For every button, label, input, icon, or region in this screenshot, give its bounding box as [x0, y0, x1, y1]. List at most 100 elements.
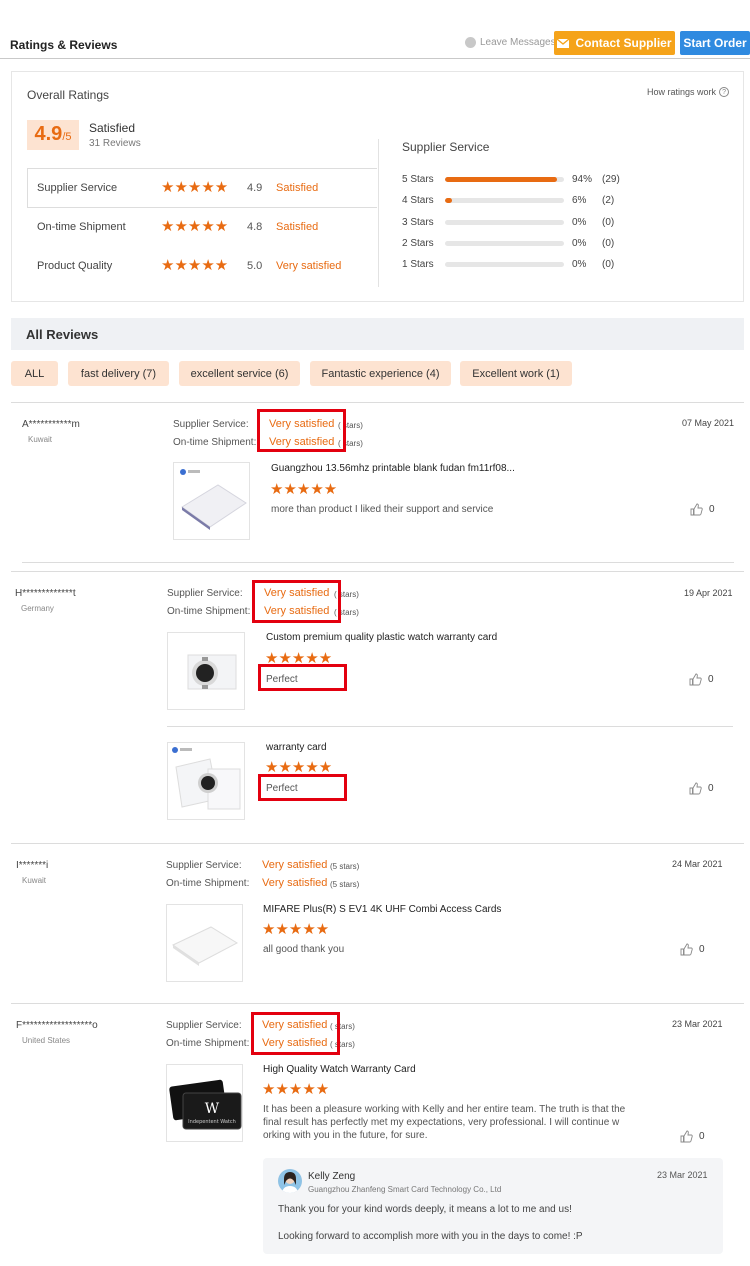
product-thumbnail[interactable]: [167, 742, 245, 820]
product-title[interactable]: Custom premium quality plastic watch war…: [266, 632, 497, 643]
contact-supplier-button[interactable]: Contact Supplier: [554, 31, 675, 55]
help-icon: ?: [719, 87, 730, 97]
review-divider: [11, 571, 744, 572]
distribution-title: Supplier Service: [402, 140, 490, 154]
distribution-percent: 0%: [572, 216, 587, 228]
like-button[interactable]: 0: [689, 673, 714, 686]
envelope-icon: [557, 38, 570, 48]
rating-stars: ★★★★★: [161, 257, 229, 274]
overall-score: 4.9: [34, 123, 63, 145]
star-level-label: 1 Stars: [402, 259, 434, 271]
all-reviews-header: [11, 318, 744, 350]
overall-score-badge: 4.9 /5: [27, 120, 79, 150]
page-title: Ratings & Reviews: [10, 38, 118, 52]
product-thumbnail[interactable]: W Indepentent Watch: [166, 1064, 243, 1142]
review-text-line: orking with you in the future, for sure.: [263, 1130, 428, 1141]
product-stars: ★★★★★: [270, 481, 338, 498]
product-title[interactable]: Guangzhou 13.56mhz printable blank fudan…: [271, 463, 515, 474]
rating-word: Very satisfied: [276, 260, 342, 272]
ratings-divider: [378, 139, 379, 287]
product-thumbnail[interactable]: [173, 462, 250, 540]
stars-count: (5 stars): [330, 880, 360, 889]
distribution-percent: 0%: [572, 237, 587, 249]
filter-chip-fantastic-experience[interactable]: Fantastic experience (4): [310, 361, 451, 386]
highlight-box: [258, 664, 347, 691]
product-title[interactable]: High Quality Watch Warranty Card: [263, 1064, 416, 1075]
product-title[interactable]: MIFARE Plus(R) S EV1 4K UHF Combi Access…: [263, 904, 501, 915]
shipment-value: Very satisfied: [262, 877, 328, 889]
overall-ratings-title: Overall Ratings: [27, 88, 110, 102]
all-reviews-title: All Reviews: [26, 327, 99, 342]
rating-name-product-quality[interactable]: Product Quality: [37, 260, 112, 272]
reviewer-name: H*************t: [15, 588, 76, 599]
stars-count: (5 stars): [330, 862, 360, 871]
review-date: 23 Mar 2021: [672, 1019, 723, 1029]
start-order-button[interactable]: Start Order: [680, 31, 750, 55]
like-button[interactable]: 0: [680, 1130, 705, 1143]
filter-chip-all[interactable]: ALL: [11, 361, 58, 386]
ontime-shipment-label: On-time Shipment:: [166, 878, 250, 889]
distribution-percent: 0%: [572, 259, 587, 271]
review-date: 19 Apr 2021: [684, 588, 733, 598]
how-ratings-work-label: How ratings work: [647, 87, 717, 97]
reply-text-line: Thank you for your kind words deeply, it…: [278, 1204, 572, 1215]
supplier-service-label: Supplier Service:: [166, 1020, 242, 1031]
filter-chip-fast-delivery[interactable]: fast delivery (7): [68, 361, 169, 386]
distribution-count: (0): [602, 237, 615, 249]
like-count: 0: [708, 783, 714, 794]
filter-chip-excellent-work[interactable]: Excellent work (1): [460, 361, 572, 386]
avatar: [278, 1169, 302, 1193]
ontime-shipment-label: On-time Shipment:: [167, 606, 251, 617]
overall-reviews-count: 31 Reviews: [89, 138, 141, 149]
distribution-bar: [445, 198, 564, 204]
product-stars: ★★★★★: [265, 759, 333, 776]
thumbs-up-icon: [680, 1130, 693, 1143]
reviewer-name: A***********m: [22, 419, 80, 430]
rating-stars: ★★★★★: [161, 218, 229, 235]
like-button[interactable]: 0: [689, 782, 714, 795]
watch-card-image: [187, 654, 237, 690]
leave-messages-link[interactable]: Leave Messages: [465, 37, 556, 48]
rating-word: Satisfied: [276, 182, 319, 194]
how-ratings-work-link[interactable]: How ratings work ?: [647, 87, 730, 97]
overall-score-max: /5: [62, 131, 72, 143]
distribution-count: (29): [602, 174, 620, 185]
product-title[interactable]: warranty card: [266, 742, 327, 753]
review-text: all good thank you: [263, 944, 345, 955]
review-date: 24 Mar 2021: [672, 859, 723, 869]
product-thumbnail[interactable]: [166, 904, 243, 982]
distribution-percent: 94%: [572, 174, 593, 185]
distribution-count: (2): [602, 195, 615, 207]
card-image: [180, 469, 247, 530]
review-text-line: It has been a pleasure working with Kell…: [263, 1104, 626, 1115]
access-card-image: [172, 926, 239, 966]
like-button[interactable]: 0: [680, 943, 705, 956]
star-level-label: 2 Stars: [402, 237, 434, 249]
brand-card-text: Indepentent Watch: [188, 1119, 236, 1125]
review-text: more than product I liked their support …: [271, 504, 494, 515]
supplier-service-label: Supplier Service:: [167, 588, 243, 599]
star-level-label: 3 Stars: [402, 216, 434, 228]
like-count: 0: [699, 944, 705, 955]
filter-chip-excellent-service[interactable]: excellent service (6): [179, 361, 300, 386]
highlight-box: [258, 774, 347, 801]
rating-word: Satisfied: [276, 221, 319, 233]
highlight-box: [252, 580, 341, 623]
review-date: 07 May 2021: [682, 418, 735, 428]
distribution-count: (0): [602, 216, 615, 228]
review-divider: [11, 1003, 744, 1004]
distribution-bar: [445, 219, 564, 225]
distribution-bar-fill: [445, 198, 453, 204]
supplier-service-label: Supplier Service:: [173, 419, 249, 430]
like-count: 0: [708, 674, 714, 685]
distribution-bar: [445, 177, 564, 182]
reply-date: 23 Mar 2021: [657, 1170, 708, 1180]
supplier-service-label: Supplier Service:: [166, 860, 242, 871]
product-thumbnail[interactable]: [167, 632, 245, 710]
distribution-percent: 6%: [572, 195, 587, 207]
like-button[interactable]: 0: [690, 503, 715, 516]
rating-name-ontime-shipment[interactable]: On-time Shipment: [37, 221, 126, 233]
distribution-bar-fill: [445, 177, 557, 182]
review-divider: [11, 843, 744, 844]
reviewer-country: Kuwait: [28, 435, 53, 444]
